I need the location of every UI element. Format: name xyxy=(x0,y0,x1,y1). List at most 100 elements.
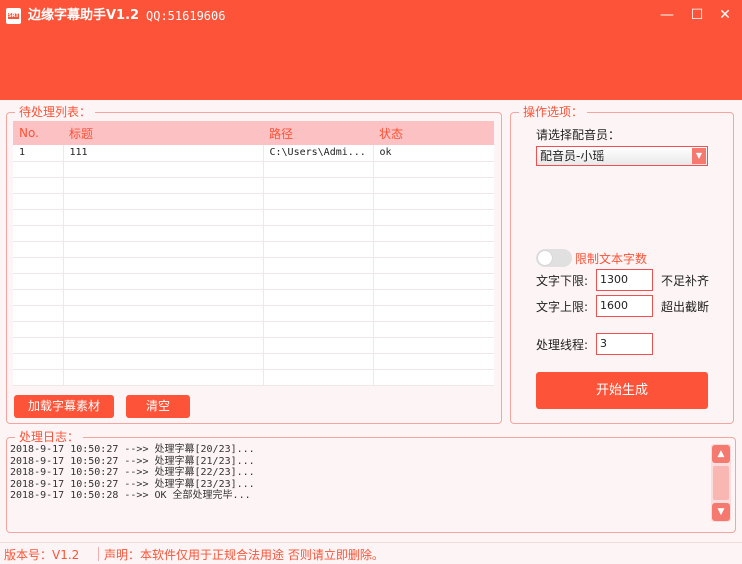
column-header-no[interactable]: No. xyxy=(13,121,63,145)
cell-status: ok xyxy=(373,145,494,162)
title-bar: SRT 边缘字幕助手V1.2 QQ:51619606 — ☐ ✕ xyxy=(0,0,742,100)
table-row-empty xyxy=(13,337,494,354)
table-row[interactable]: 1 111 C:\Users\Admi... ok xyxy=(13,145,494,162)
empty-cell xyxy=(373,257,494,274)
scroll-thumb[interactable] xyxy=(713,466,729,500)
empty-cell xyxy=(373,321,494,338)
empty-cell xyxy=(263,273,374,290)
start-generate-button[interactable]: 开始生成 xyxy=(536,372,708,409)
empty-cell xyxy=(373,241,494,258)
cell-no: 1 xyxy=(13,145,64,162)
empty-cell xyxy=(13,273,64,290)
empty-cell xyxy=(63,161,264,178)
max-chars-note: 超出截断 xyxy=(661,300,710,314)
empty-cell xyxy=(13,305,64,322)
empty-cell xyxy=(263,353,374,370)
empty-cell xyxy=(13,193,64,210)
chevron-down-icon[interactable]: ▼ xyxy=(692,148,706,164)
log-output[interactable]: 2018-9-17 10:50:27 -->> 处理字幕[20/23]... 20… xyxy=(10,444,650,502)
empty-cell xyxy=(63,257,264,274)
log-line: 2018-9-17 10:50:27 -->> 处理字幕[22/23]... xyxy=(10,467,255,478)
empty-cell xyxy=(373,305,494,322)
pending-list-table[interactable]: No. 标题 路径 状态 1 111 C:\Users\Admi... ok xyxy=(13,121,494,386)
voice-select[interactable]: 配音员-小瑶 ▼ xyxy=(536,146,708,166)
empty-cell xyxy=(13,241,64,258)
table-row-empty xyxy=(13,193,494,210)
log-line: 2018-9-17 10:50:27 -->> 处理字幕[23/23]... xyxy=(10,478,255,490)
empty-cell xyxy=(373,289,494,306)
empty-cell xyxy=(63,225,264,242)
empty-cell xyxy=(263,225,374,242)
maximize-icon[interactable]: ☐ xyxy=(686,5,708,25)
empty-cell xyxy=(13,161,64,178)
empty-cell xyxy=(263,369,374,386)
pending-list-legend: 待处理列表： xyxy=(15,105,96,119)
empty-cell xyxy=(13,369,64,386)
options-legend: 操作选项： xyxy=(519,105,588,119)
empty-cell xyxy=(63,241,264,258)
log-line: 2018-9-17 10:50:27 -->> 处理字幕[20/23]... xyxy=(10,444,255,455)
app-logo-icon: SRT xyxy=(6,8,21,24)
empty-cell xyxy=(263,321,374,338)
threads-input[interactable]: 3 xyxy=(596,333,653,355)
toggle-knob xyxy=(538,251,552,265)
clear-button[interactable]: 清空 xyxy=(126,395,190,418)
status-bar: 版本号：V1.2 声明：本软件仅用于正规合法用途 否则请立即删除。 xyxy=(0,542,742,564)
empty-cell xyxy=(373,225,494,242)
qq-number: QQ:51619606 xyxy=(146,9,226,23)
min-chars-input[interactable]: 1300 xyxy=(596,269,653,291)
empty-cell xyxy=(13,209,64,226)
table-row-empty xyxy=(13,273,494,290)
scroll-up-icon[interactable]: ▲ xyxy=(712,445,730,463)
table-row-empty xyxy=(13,225,494,242)
empty-cell xyxy=(13,177,64,194)
close-icon[interactable]: ✕ xyxy=(714,5,736,25)
log-scrollbar[interactable]: ▲ ▼ xyxy=(711,444,731,522)
log-line: 2018-9-17 10:50:28 -->> OK 全部处理完毕... xyxy=(10,490,251,501)
table-row-empty xyxy=(13,289,494,306)
minimize-icon[interactable]: — xyxy=(656,5,678,25)
window-title: 边缘字幕助手V1.2 xyxy=(28,8,140,23)
empty-cell xyxy=(63,289,264,306)
empty-cell xyxy=(63,353,264,370)
table-row-empty xyxy=(13,369,494,386)
empty-cell xyxy=(63,337,264,354)
empty-cell xyxy=(373,209,494,226)
empty-cell xyxy=(63,177,264,194)
empty-cell xyxy=(63,209,264,226)
empty-cell xyxy=(263,161,374,178)
log-line: 2018-9-17 10:50:27 -->> 处理字幕[21/23]... xyxy=(10,455,255,467)
table-row-empty xyxy=(13,353,494,370)
max-chars-input[interactable]: 1600 xyxy=(596,295,653,317)
empty-cell xyxy=(13,289,64,306)
limit-text-toggle[interactable] xyxy=(536,249,572,267)
empty-cell xyxy=(373,161,494,178)
status-divider xyxy=(98,547,99,561)
empty-cell xyxy=(63,321,264,338)
empty-cell xyxy=(373,369,494,386)
voice-selected-value: 配音员-小瑶 xyxy=(540,149,605,163)
empty-cell xyxy=(13,337,64,354)
table-row-empty xyxy=(13,321,494,338)
log-legend: 处理日志： xyxy=(15,430,84,444)
empty-cell xyxy=(13,225,64,242)
empty-cell xyxy=(63,193,264,210)
column-header-status[interactable]: 状态 xyxy=(373,121,494,145)
table-row-empty xyxy=(13,177,494,194)
column-header-title[interactable]: 标题 xyxy=(63,121,263,145)
limit-text-label: 限制文本字数 xyxy=(575,252,648,266)
voice-label: 请选择配音员： xyxy=(536,128,621,142)
version-text: 版本号：V1.2 xyxy=(4,548,80,562)
table-row-empty xyxy=(13,161,494,178)
table-row-empty xyxy=(13,257,494,274)
empty-cell xyxy=(263,177,374,194)
empty-cell xyxy=(373,273,494,290)
cell-title: 111 xyxy=(63,145,264,162)
load-subtitles-button[interactable]: 加载字幕素材 xyxy=(14,395,114,418)
column-header-path[interactable]: 路径 xyxy=(263,121,373,145)
scroll-down-icon[interactable]: ▼ xyxy=(712,503,730,521)
min-chars-label: 文字下限: xyxy=(536,274,589,288)
empty-cell xyxy=(63,305,264,322)
max-chars-label: 文字上限: xyxy=(536,300,589,314)
empty-cell xyxy=(373,193,494,210)
